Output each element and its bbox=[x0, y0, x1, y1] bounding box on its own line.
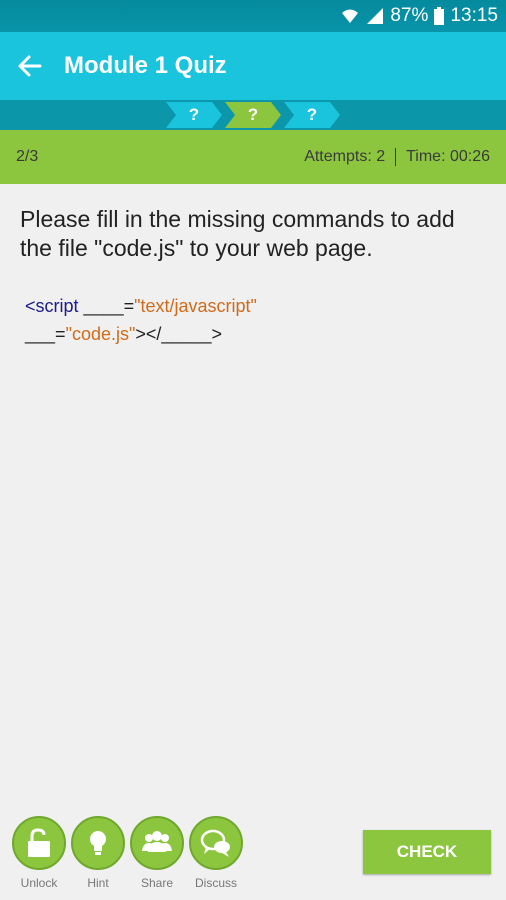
back-arrow-icon[interactable] bbox=[16, 52, 44, 80]
progress-step-3: ? bbox=[284, 102, 340, 128]
code-blank-3[interactable]: _____ bbox=[161, 324, 211, 344]
lightbulb-icon bbox=[90, 831, 106, 855]
code-tag-close: ></ bbox=[135, 324, 162, 344]
progress-step-2-current: ? bbox=[225, 102, 281, 128]
progress-step-label: ? bbox=[247, 105, 259, 124]
clock: 13:15 bbox=[450, 5, 498, 26]
question-text: Please fill in the missing commands to a… bbox=[20, 206, 455, 261]
code-tag-end: > bbox=[211, 324, 222, 344]
quiz-info-bar: 2/3 Attempts: 2 Time: 00:26 bbox=[0, 130, 506, 184]
code-snippet: <script ____="text/javascript" ___="code… bbox=[25, 292, 257, 348]
code-line-2: ___="code.js"></_____> bbox=[25, 320, 257, 348]
hint-button[interactable]: Hint bbox=[71, 816, 125, 890]
app-bar: Module 1 Quiz bbox=[0, 32, 506, 100]
code-equals: = bbox=[123, 296, 135, 316]
discuss-button[interactable]: Discuss bbox=[189, 816, 243, 890]
code-line-1: <script ____="text/javascript" bbox=[25, 292, 257, 320]
chat-bubbles-icon bbox=[200, 829, 230, 857]
progress-step-label: ? bbox=[306, 105, 318, 124]
timer: Time: 00:26 bbox=[406, 148, 490, 165]
status-bar: 87% 13:15 bbox=[0, 0, 506, 32]
code-blank-1[interactable]: ____ bbox=[84, 296, 124, 316]
progress-step-1: ? bbox=[166, 102, 222, 128]
hint-icon-circle[interactable] bbox=[71, 816, 125, 870]
divider bbox=[395, 148, 397, 166]
unlock-icon-circle[interactable] bbox=[12, 816, 66, 870]
unlock-label: Unlock bbox=[20, 876, 58, 890]
question-counter: 2/3 bbox=[16, 148, 39, 165]
quiz-stats: Attempts: 2 Time: 00:26 bbox=[304, 148, 490, 166]
battery-level: 87% bbox=[390, 5, 429, 26]
code-tag-open: <script bbox=[25, 296, 84, 316]
check-button[interactable]: CHECK bbox=[363, 830, 491, 874]
hint-label: Hint bbox=[87, 876, 109, 890]
share-icon-circle[interactable] bbox=[130, 816, 184, 870]
status-icons: 87% 13:15 bbox=[340, 5, 498, 27]
code-string-value: "text/javascript" bbox=[134, 296, 257, 316]
code-blank-2[interactable]: ___ bbox=[25, 324, 55, 344]
unlock-button[interactable]: Unlock bbox=[12, 816, 66, 890]
attempts-count: Attempts: 2 bbox=[304, 148, 386, 165]
unlock-icon bbox=[28, 828, 50, 857]
signal-icon bbox=[367, 8, 384, 24]
share-label: Share bbox=[140, 876, 174, 890]
share-button[interactable]: Share bbox=[130, 816, 184, 890]
battery-icon bbox=[434, 7, 445, 25]
wifi-icon bbox=[342, 9, 359, 23]
discuss-icon-circle[interactable] bbox=[189, 816, 243, 870]
discuss-label: Discuss bbox=[194, 876, 237, 890]
people-icon bbox=[142, 831, 172, 852]
code-string-value: "code.js" bbox=[65, 324, 136, 344]
code-equals: = bbox=[55, 324, 66, 344]
page-title: Module 1 Quiz bbox=[64, 52, 227, 79]
progress-step-label: ? bbox=[188, 105, 200, 124]
